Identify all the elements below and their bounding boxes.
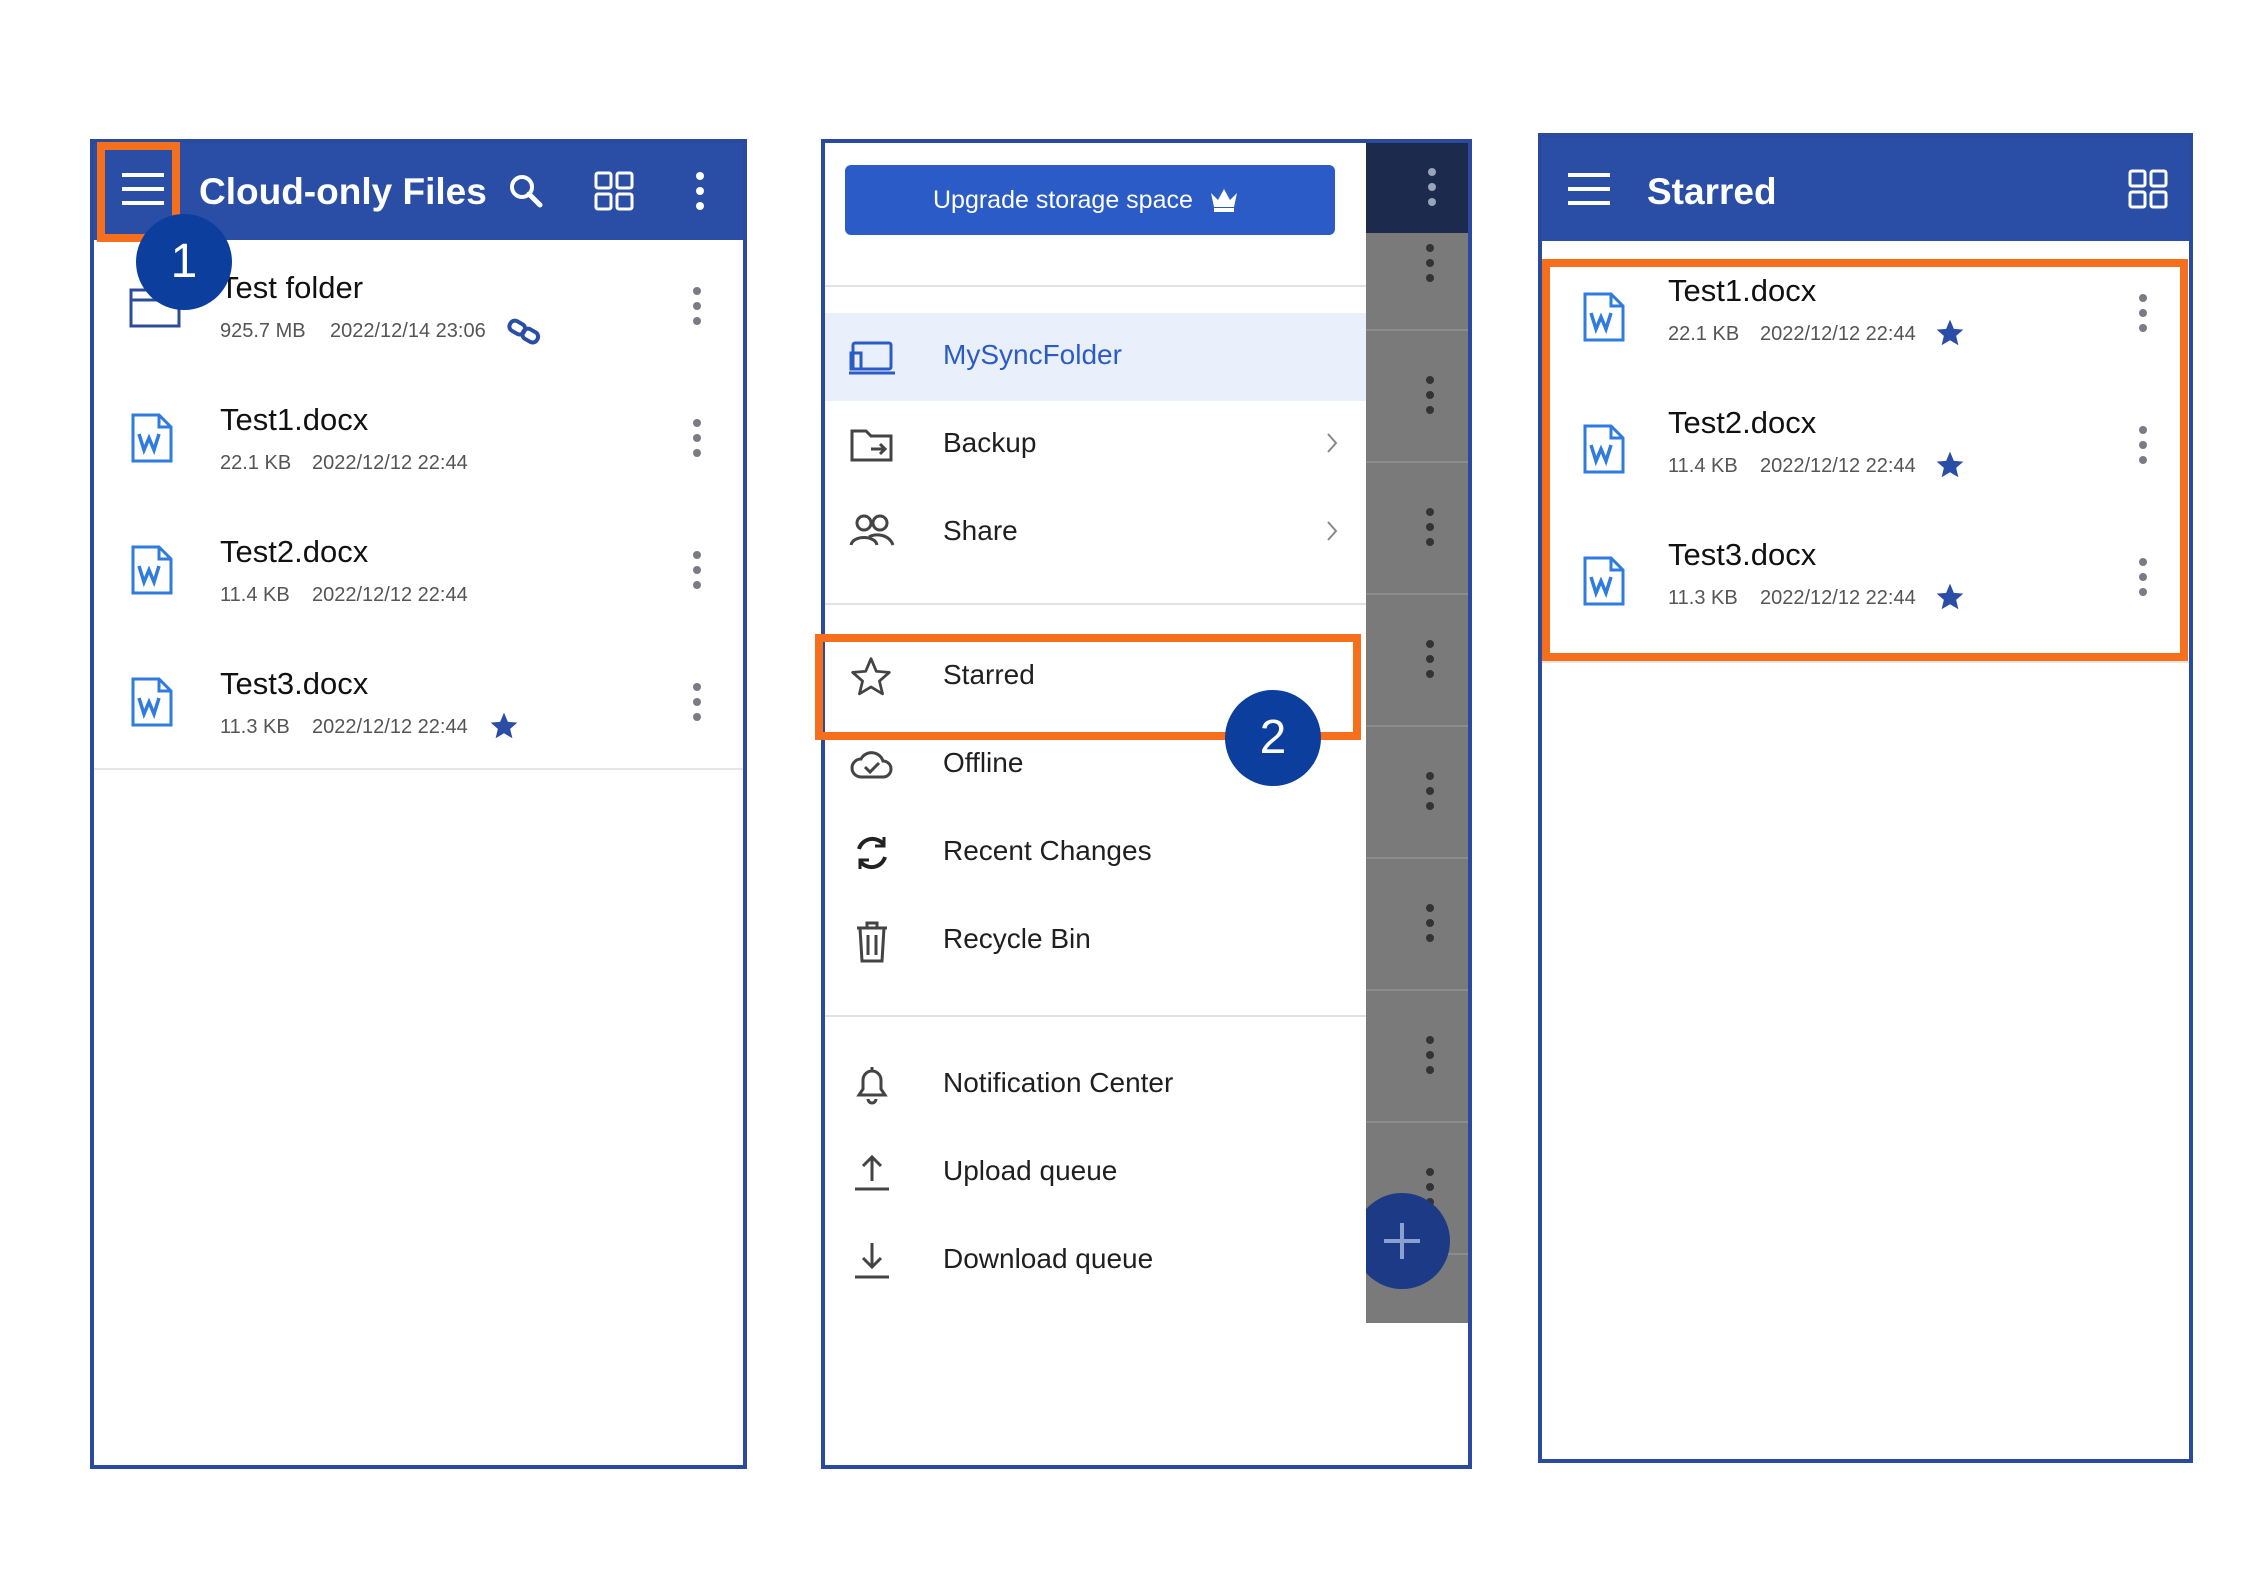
grid-view-icon[interactable] [594, 171, 634, 216]
file-name: Test1.docx [220, 402, 369, 437]
grid-view-icon[interactable] [2128, 169, 2168, 214]
dimmed-row-divider [1366, 857, 1468, 859]
more-vert-icon [1424, 1035, 1436, 1080]
trash-icon [849, 919, 895, 968]
cloud-check-icon [849, 743, 895, 792]
menu-label: Recycle Bin [943, 923, 1091, 954]
chevron-right-icon [1325, 519, 1339, 548]
navigation-drawer: Upgrade storage space MySyncFolder Backu… [825, 143, 1366, 1465]
file-date: 2022/12/14 23:06 [330, 320, 486, 342]
dimmed-row-divider [1366, 593, 1468, 595]
more-vert-icon [1424, 639, 1436, 684]
file-date: 2022/12/12 22:44 [312, 584, 468, 606]
word-doc-icon [130, 544, 174, 601]
crown-icon [1209, 185, 1239, 218]
word-doc-icon [130, 412, 174, 469]
bell-icon [849, 1063, 895, 1112]
search-icon[interactable] [508, 173, 544, 214]
file-name: Test3.docx [220, 666, 369, 701]
download-icon [849, 1239, 895, 1288]
sync-folder-icon [849, 335, 895, 384]
refresh-icon [849, 831, 895, 880]
highlight-starred-files [1542, 259, 2188, 661]
more-options-icon[interactable] [691, 550, 703, 595]
menu-item-mysyncfolder[interactable]: MySyncFolder [825, 313, 1366, 401]
menu-item-upload-queue[interactable]: Upload queue [825, 1129, 1366, 1217]
backup-folder-icon [849, 423, 895, 472]
menu-label: Download queue [943, 1243, 1154, 1274]
file-date: 2022/12/12 22:44 [312, 716, 468, 738]
menu-label: Backup [943, 427, 1037, 458]
menu-icon[interactable] [1568, 169, 1610, 214]
step-badge-2: 2 [1225, 690, 1321, 786]
menu-item-backup[interactable]: Backup [825, 401, 1366, 489]
file-size: 11.3 KB [220, 716, 290, 738]
panel-navigation-drawer: Upgrade storage space MySyncFolder Backu… [821, 139, 1472, 1469]
people-icon [849, 511, 895, 560]
page-title: Cloud-only Files [199, 171, 487, 212]
dimmed-row-divider [1366, 989, 1468, 991]
menu-item-recycle-bin[interactable]: Recycle Bin [825, 897, 1366, 985]
add-fab-button[interactable] [1354, 1193, 1450, 1289]
file-name: Test2.docx [220, 534, 369, 569]
menu-label: Upload queue [943, 1155, 1118, 1186]
menu-divider [825, 1015, 1366, 1017]
dimmed-row-divider [1366, 1121, 1468, 1123]
menu-item-share[interactable]: Share [825, 489, 1366, 577]
chevron-right-icon [1325, 431, 1339, 460]
upgrade-storage-button[interactable]: Upgrade storage space [845, 165, 1335, 235]
more-vert-icon [1424, 771, 1436, 816]
file-size: 22.1 KB [220, 452, 292, 474]
dimmed-app-bar [1366, 143, 1468, 233]
menu-label: MySyncFolder [943, 339, 1122, 370]
link-icon [507, 318, 541, 351]
file-row[interactable]: Test1.docx 22.1 KB 2022/12/12 22:44 [94, 372, 743, 506]
app-bar: Starred [1542, 137, 2189, 241]
menu-label: Share [943, 515, 1018, 546]
more-vert-icon [1424, 375, 1436, 420]
file-size: 925.7 MB [220, 320, 306, 342]
more-options-icon[interactable] [691, 418, 703, 463]
more-vert-icon [1426, 167, 1438, 212]
file-row[interactable]: Test2.docx 11.4 KB 2022/12/12 22:44 [94, 504, 743, 638]
menu-label: Recent Changes [943, 835, 1152, 866]
word-doc-icon [130, 676, 174, 733]
menu-label: Notification Center [943, 1067, 1174, 1098]
dimmed-row-divider [1366, 725, 1468, 727]
menu-divider [825, 603, 1366, 605]
file-row[interactable]: Test3.docx 11.3 KB 2022/12/12 22:44 [94, 636, 743, 770]
file-name: Test folder [220, 270, 364, 305]
upgrade-storage-label: Upgrade storage space [933, 186, 1193, 214]
more-vert-icon[interactable] [694, 171, 706, 216]
menu-item-notification-center[interactable]: Notification Center [825, 1041, 1366, 1129]
file-size: 11.4 KB [220, 584, 290, 606]
dimmed-background[interactable] [1354, 143, 1468, 1323]
dimmed-row-divider [1366, 461, 1468, 463]
menu-item-recent-changes[interactable]: Recent Changes [825, 809, 1366, 897]
page-title: Starred [1647, 171, 1777, 212]
more-vert-icon [1424, 507, 1436, 552]
plus-icon [1384, 1223, 1420, 1259]
menu-divider [825, 285, 1366, 287]
upload-icon [849, 1151, 895, 1200]
star-filled-icon [488, 710, 520, 747]
dimmed-row-divider [1366, 329, 1468, 331]
menu-item-download-queue[interactable]: Download queue [825, 1217, 1366, 1305]
more-options-icon[interactable] [691, 286, 703, 331]
file-date: 2022/12/12 22:44 [312, 452, 468, 474]
panel-cloud-only-files: Cloud-only Files Test folder 925.7 MB 20… [90, 139, 747, 1469]
more-options-icon[interactable] [691, 682, 703, 727]
step-badge-1: 1 [136, 214, 232, 310]
more-vert-icon [1424, 243, 1436, 288]
menu-label: Offline [943, 747, 1024, 778]
more-vert-icon [1424, 903, 1436, 948]
